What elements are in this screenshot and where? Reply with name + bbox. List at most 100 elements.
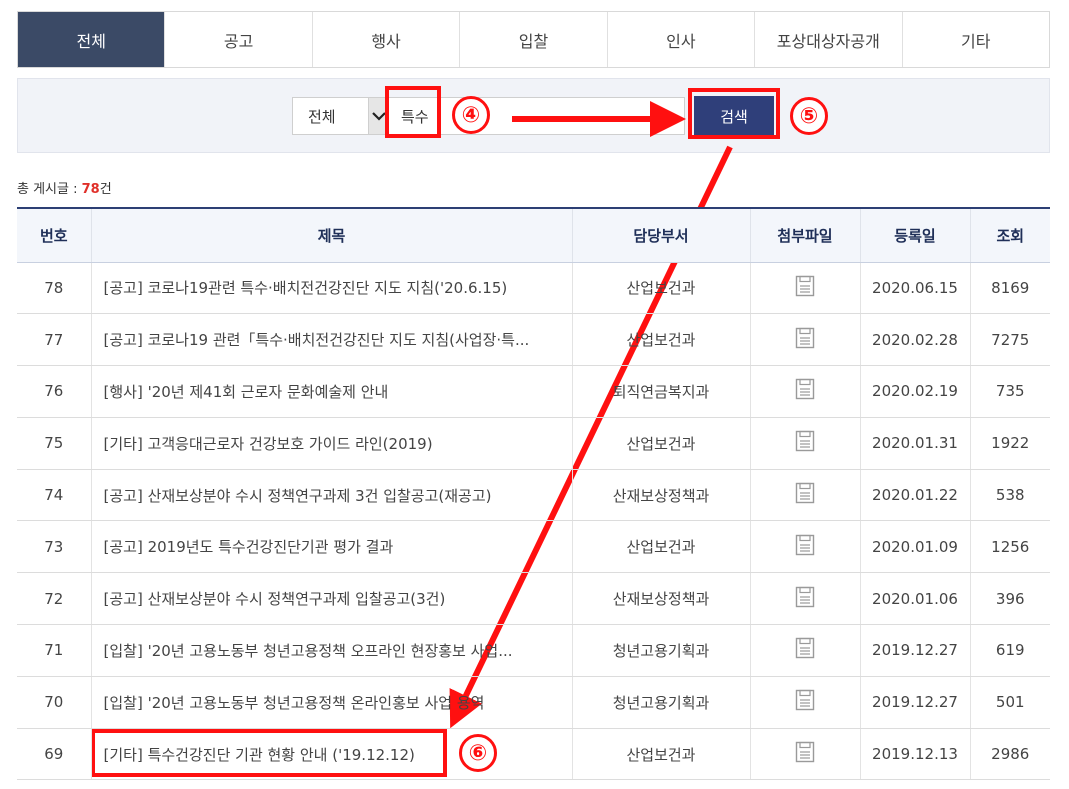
tab-etc[interactable]: 기타 <box>902 12 1049 67</box>
col-header-views: 조회 <box>970 207 1050 263</box>
row-department: 산업보건과 <box>572 262 751 315</box>
table-row: 69 [기타] 특수건강진단 기관 현황 안내 ('19.12.12) 산업보건과 2… <box>17 728 1050 781</box>
row-date: 2020.01.06 <box>860 572 971 626</box>
table-row: 77 [공고] 코로나19 관련「특수·배치전건강진단 지도 지침(사업장·특..… <box>17 313 1050 367</box>
row-number: 77 <box>17 313 92 367</box>
chevron-down-icon[interactable] <box>368 98 388 134</box>
table-row: 71 [입찰] '20년 고용노동부 청년고용정책 오프라인 현장홍보 사업...… <box>17 624 1050 677</box>
row-date: 2019.12.27 <box>860 624 971 677</box>
row-attachment[interactable] <box>750 572 861 626</box>
row-date: 2019.12.13 <box>860 728 971 781</box>
row-attachment[interactable] <box>750 262 861 315</box>
row-department: 산업보건과 <box>572 313 751 367</box>
board-table: 번호 제목 담당부서 첨부파일 등록일 조회 78 [공고] 코로나19관련 특수… <box>17 207 1050 781</box>
search-panel: 전체 특수 검색 <box>17 78 1050 153</box>
row-title-link[interactable]: [입찰] '20년 고용노동부 청년고용정책 오프라인 현장홍보 사업... <box>91 624 573 677</box>
col-header-department: 담당부서 <box>572 207 751 263</box>
table-row: 75 [기타] 고객응대근로자 건강보호 가이드 라인(2019) 산업보건과 202… <box>17 417 1050 470</box>
row-views: 7275 <box>970 313 1050 367</box>
row-views: 501 <box>970 676 1050 729</box>
row-number: 78 <box>17 262 92 315</box>
row-title-link[interactable]: [공고] 코로나19 관련「특수·배치전건강진단 지도 지침(사업장·특... <box>91 313 573 367</box>
table-row: 72 [공고] 산재보상분야 수시 정책연구과제 입찰공고(3건) 산재보상정책과 2… <box>17 572 1050 626</box>
row-date: 2020.01.31 <box>860 417 971 470</box>
col-header-title: 제목 <box>91 207 573 263</box>
row-views: 619 <box>970 624 1050 677</box>
table-row: 78 [공고] 코로나19관련 특수·배치전건강진단 지도 지침('20.6.15… <box>17 262 1050 315</box>
row-attachment[interactable] <box>750 313 861 367</box>
file-icon[interactable] <box>795 586 815 612</box>
file-icon[interactable] <box>795 327 815 353</box>
row-title-link[interactable]: [입찰] '20년 고용노동부 청년고용정책 온라인홍보 사업 용역 <box>91 676 573 729</box>
row-number: 72 <box>17 572 92 626</box>
file-icon[interactable] <box>795 638 815 663</box>
tab-personnel[interactable]: 인사 <box>607 12 756 67</box>
row-department: 퇴직연금복지과 <box>572 365 751 418</box>
row-title-link[interactable]: [행사] '20년 제41회 근로자 문화예술제 안내 <box>91 365 573 418</box>
tab-event[interactable]: 행사 <box>312 12 461 67</box>
row-number: 70 <box>17 676 92 729</box>
row-title-link[interactable]: [공고] 코로나19관련 특수·배치전건강진단 지도 지침('20.6.15) <box>91 262 573 315</box>
row-attachment[interactable] <box>750 676 861 729</box>
row-number: 73 <box>17 520 92 574</box>
row-department: 산업보건과 <box>572 520 751 574</box>
file-icon[interactable] <box>795 690 815 715</box>
row-views: 1256 <box>970 520 1050 574</box>
tab-bid[interactable]: 입찰 <box>460 12 608 67</box>
row-attachment[interactable] <box>750 365 861 418</box>
table-row: 74 [공고] 산재보상분야 수시 정책연구과제 3건 입찰공고(재공고) 산재보상… <box>17 469 1050 522</box>
row-date: 2019.12.27 <box>860 676 971 729</box>
row-attachment[interactable] <box>750 417 861 470</box>
row-views: 735 <box>970 365 1050 418</box>
col-header-attachment: 첨부파일 <box>750 207 861 263</box>
row-department: 산업보건과 <box>572 417 751 470</box>
row-number: 76 <box>17 365 92 418</box>
row-title-link[interactable]: [기타] 고객응대근로자 건강보호 가이드 라인(2019) <box>91 417 573 470</box>
file-icon[interactable] <box>795 431 815 456</box>
annotation-marker-5: ⑤ <box>790 97 828 135</box>
table-header-row: 번호 제목 담당부서 첨부파일 등록일 조회 <box>17 207 1050 263</box>
row-number: 74 <box>17 469 92 522</box>
row-department: 산재보상정책과 <box>572 469 751 522</box>
row-views: 8169 <box>970 262 1050 315</box>
row-attachment[interactable] <box>750 728 861 781</box>
col-header-number: 번호 <box>17 207 92 263</box>
row-title-link[interactable]: [공고] 2019년도 특수건강진단기관 평가 결과 <box>91 520 573 574</box>
row-title-link[interactable]: [기타] 특수건강진단 기관 현황 안내 ('19.12.12) <box>91 728 573 781</box>
search-input[interactable]: 특수 <box>387 97 685 135</box>
total-post-count: 총 게시글 : 78건 <box>17 178 112 197</box>
search-button[interactable]: 검색 <box>694 96 774 136</box>
table-row: 73 [공고] 2019년도 특수건강진단기관 평가 결과 산업보건과 2020.01… <box>17 520 1050 574</box>
row-department: 청년고용기획과 <box>572 676 751 729</box>
file-icon[interactable] <box>795 534 815 560</box>
total-label: 총 게시글 : <box>17 182 82 197</box>
table-row: 70 [입찰] '20년 고용노동부 청년고용정책 온라인홍보 사업 용역 청년고용… <box>17 676 1050 729</box>
row-attachment[interactable] <box>750 469 861 522</box>
tab-notice[interactable]: 공고 <box>165 12 313 67</box>
row-views: 396 <box>970 572 1050 626</box>
search-scope-value: 전체 <box>308 107 336 126</box>
table-row: 76 [행사] '20년 제41회 근로자 문화예술제 안내 퇴직연금복지과 2020… <box>17 365 1050 418</box>
row-title-link[interactable]: [공고] 산재보상분야 수시 정책연구과제 입찰공고(3건) <box>91 572 573 626</box>
tab-all[interactable]: 전체 <box>18 12 166 67</box>
total-suffix: 건 <box>99 182 112 197</box>
row-views: 2986 <box>970 728 1050 781</box>
row-department: 청년고용기획과 <box>572 624 751 677</box>
file-icon[interactable] <box>795 379 815 404</box>
row-department: 산업보건과 <box>572 728 751 781</box>
row-department: 산재보상정책과 <box>572 572 751 626</box>
total-count: 78 <box>81 182 100 197</box>
row-date: 2020.01.22 <box>860 469 971 522</box>
row-attachment[interactable] <box>750 624 861 677</box>
file-icon[interactable] <box>795 275 815 301</box>
col-header-date: 등록일 <box>860 207 971 263</box>
file-icon[interactable] <box>795 741 815 767</box>
row-title-link[interactable]: [공고] 산재보상분야 수시 정책연구과제 3건 입찰공고(재공고) <box>91 469 573 522</box>
row-number: 71 <box>17 624 92 677</box>
row-views: 538 <box>970 469 1050 522</box>
row-attachment[interactable] <box>750 520 861 574</box>
search-input-value: 특수 <box>401 107 429 126</box>
row-date: 2020.01.09 <box>860 520 971 574</box>
tab-award-disclosure[interactable]: 포상대상자공개 <box>755 12 903 67</box>
file-icon[interactable] <box>795 482 815 508</box>
